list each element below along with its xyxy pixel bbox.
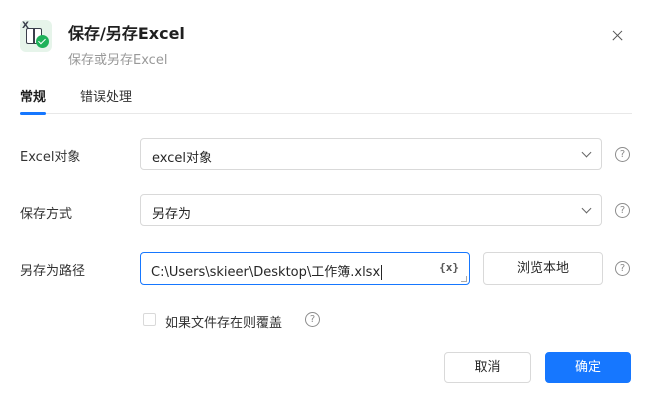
- excel-save-icon: X: [20, 20, 52, 52]
- resize-handle-icon[interactable]: [461, 276, 467, 282]
- cancel-button[interactable]: 取消: [444, 352, 531, 383]
- tab-error-handling[interactable]: 错误处理: [80, 86, 132, 113]
- save-mode-select[interactable]: 另存为: [140, 194, 602, 226]
- dialog-title: 保存/另存Excel: [68, 24, 185, 43]
- help-icon[interactable]: ?: [305, 312, 320, 327]
- help-icon[interactable]: ?: [615, 147, 630, 162]
- tab-general[interactable]: 常规: [20, 86, 47, 115]
- save-path-label: 另存为路径: [20, 264, 86, 279]
- save-path-text: C:\Users\skieer\Desktop\工作簿.xlsx: [151, 265, 381, 280]
- save-mode-value: 另存为: [152, 207, 192, 222]
- help-icon[interactable]: ?: [615, 203, 630, 218]
- close-icon[interactable]: [606, 24, 630, 48]
- tab-bar: 常规 错误处理: [20, 86, 632, 115]
- help-icon[interactable]: ?: [615, 261, 630, 276]
- save-path-input[interactable]: C:\Users\skieer\Desktop\工作簿.xlsx {x}: [140, 252, 470, 285]
- excel-object-label: Excel对象: [20, 150, 81, 165]
- variable-insert-icon[interactable]: {x}: [439, 261, 459, 274]
- excel-object-value: excel对象: [152, 151, 212, 166]
- chevron-down-icon: [583, 205, 591, 213]
- overwrite-checkbox[interactable]: [143, 313, 156, 326]
- overwrite-label: 如果文件存在则覆盖: [165, 316, 283, 331]
- chevron-down-icon: [583, 149, 591, 157]
- browse-local-button[interactable]: 浏览本地: [483, 252, 603, 285]
- dialog-subtitle: 保存或另存Excel: [68, 53, 168, 68]
- text-caret: [381, 265, 383, 280]
- check-badge-icon: [36, 35, 49, 48]
- ok-button[interactable]: 确定: [545, 352, 631, 383]
- save-path-value: C:\Users\skieer\Desktop\工作簿.xlsx: [151, 261, 383, 280]
- excel-x-icon: X: [22, 21, 29, 31]
- excel-object-select[interactable]: excel对象: [140, 138, 602, 170]
- save-mode-label: 保存方式: [20, 207, 73, 222]
